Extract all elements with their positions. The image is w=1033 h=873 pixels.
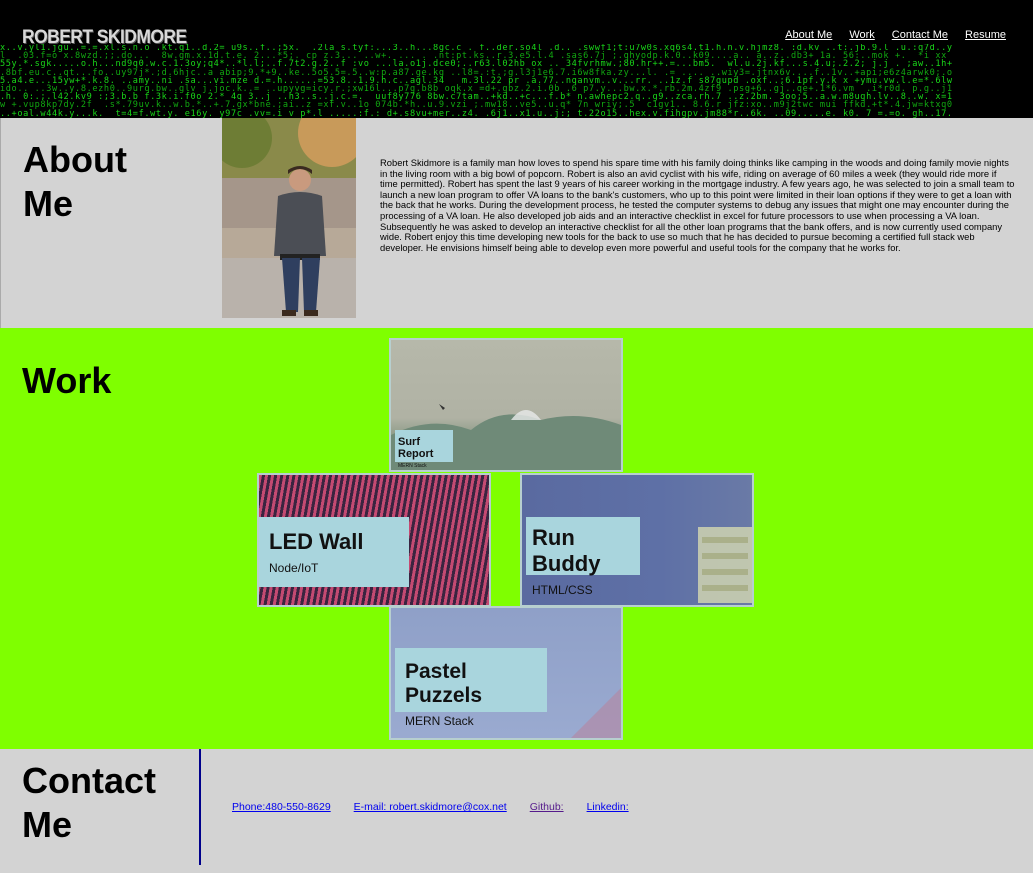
nav-work[interactable]: Work	[849, 29, 874, 41]
email-link[interactable]: E-mail: robert.skidmore@cox.net	[354, 801, 507, 813]
work-title: Work	[22, 360, 112, 401]
about-section: About Me Robert Skidmore is a family man…	[0, 118, 1033, 328]
project-label: Surf Report MERN Stack	[395, 430, 453, 469]
contact-title: Contact Me	[22, 760, 156, 845]
site-logo[interactable]: ROBERT SKIDMORE	[22, 27, 187, 49]
profile-photo	[222, 118, 356, 318]
project-label: Pastel Puzzels MERN Stack	[395, 648, 547, 728]
project-title: Run Buddy	[532, 525, 601, 576]
about-title: About Me	[23, 139, 127, 224]
main-nav: About Me Work Contact Me Resume	[768, 29, 1006, 41]
phone-link[interactable]: Phone:480-550-8629	[232, 801, 331, 813]
project-surf-report[interactable]: Surf Report MERN Stack	[389, 338, 623, 472]
project-title: Surf Report	[398, 436, 434, 460]
project-label: Run Buddy HTML/CSS	[526, 517, 640, 597]
matrix-row: ..+oal.w44k.y...k. t=4=f.wt.y. e16y. y97…	[0, 108, 953, 118]
project-stack: HTML/CSS	[532, 583, 593, 597]
project-stack: MERN Stack	[398, 463, 427, 469]
project-stack: MERN Stack	[405, 714, 474, 728]
nav-contact-me[interactable]: Contact Me	[892, 29, 948, 41]
nav-about-me[interactable]: About Me	[785, 29, 832, 41]
linkedin-link[interactable]: Linkedin:	[587, 801, 629, 813]
site-header: x..v.yl1.jgu..=.=.xl.s.n.o .kt.q1..d.2= …	[0, 0, 1033, 118]
contact-links: Phone:480-550-8629 E-mail: robert.skidmo…	[232, 801, 652, 813]
about-text: Robert Skidmore is a family man how love…	[380, 157, 1015, 253]
work-section: Work Surf Report MERN Stack LED Wall Nod…	[0, 328, 1033, 749]
project-pastel-puzzels[interactable]: Pastel Puzzels MERN Stack	[389, 606, 623, 740]
project-run-buddy[interactable]: Run Buddy HTML/CSS	[520, 473, 754, 607]
matrix-background: x..v.yl1.jgu..=.=.xl.s.n.o .kt.q1..d.2= …	[0, 44, 1033, 118]
project-title: Pastel Puzzels	[405, 660, 483, 707]
nav-resume[interactable]: Resume	[965, 29, 1006, 41]
contact-section: Contact Me Phone:480-550-8629 E-mail: ro…	[0, 749, 1033, 873]
contact-divider	[199, 749, 201, 865]
project-title: LED Wall	[269, 529, 364, 554]
github-link[interactable]: Github:	[530, 801, 564, 813]
project-stack: Node/IoT	[269, 561, 319, 575]
project-led-wall[interactable]: LED Wall Node/IoT	[257, 473, 491, 607]
project-label: LED Wall Node/IoT	[259, 517, 409, 587]
